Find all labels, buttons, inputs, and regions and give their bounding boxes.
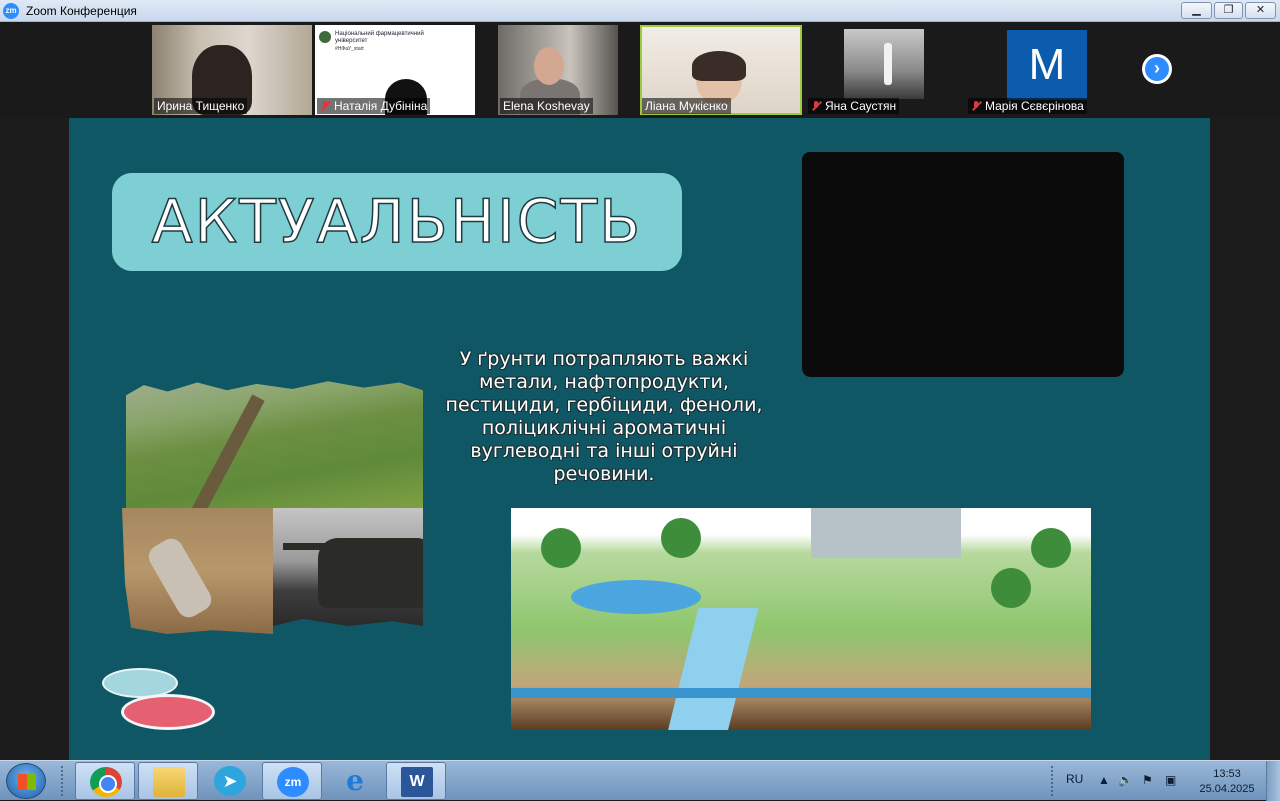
- taskbar-word-button[interactable]: W: [386, 762, 446, 800]
- destroyed-tank-photo: [273, 508, 423, 626]
- close-button[interactable]: ✕: [1245, 2, 1276, 19]
- clock[interactable]: 13:53 25.04.2025: [1196, 767, 1258, 797]
- show-hidden-icons-icon[interactable]: ▲: [1098, 773, 1110, 787]
- window-title: Zoom Конференция: [26, 4, 137, 18]
- tree-shape: [991, 568, 1031, 608]
- participant-tile[interactable]: Яна Саустян: [806, 25, 926, 115]
- language-indicator[interactable]: RU: [1066, 772, 1083, 786]
- taskbar-chrome-button[interactable]: [75, 762, 135, 800]
- window-titlebar: zm Zoom Конференция ▁ ❐ ✕: [0, 0, 1280, 22]
- action-center-flag-icon[interactable]: ⚑: [1142, 773, 1153, 787]
- muted-mic-icon: [971, 101, 981, 111]
- factory-shape: [811, 508, 961, 558]
- zoom-icon: zm: [277, 767, 309, 797]
- taskbar-grip: [60, 765, 64, 797]
- slide-body-text: У ґрунти потрапляють важкі метали, нафто…: [445, 348, 763, 485]
- folder-icon: [153, 767, 185, 797]
- university-logo-icon: [319, 31, 331, 43]
- participant-name-text: Наталія Дубініна: [334, 99, 428, 113]
- telegram-icon: ➤: [214, 766, 246, 796]
- tree-shape: [661, 518, 701, 558]
- craters-field-photo: [126, 381, 423, 508]
- maximize-button[interactable]: ❐: [1214, 2, 1243, 19]
- monitor-stand: [802, 152, 1124, 377]
- participant-hair: [692, 51, 746, 81]
- taskbar: ➤ zm e W RU ▲ 🔈 ⚑ ▣ 13:53 25.04.2025: [0, 760, 1280, 801]
- participant-face: [534, 47, 564, 85]
- road-shape: [191, 394, 265, 508]
- zoom-logo-icon: zm: [3, 3, 19, 19]
- university-hashtag: #НФаУ_start: [335, 46, 364, 52]
- shared-slide: АКТУАЛЬНІСТЬ У ґрунти потрапляють важкі …: [69, 118, 1210, 760]
- start-button[interactable]: [6, 763, 46, 799]
- pollution-ecosystem-illustration: [511, 508, 1091, 730]
- participant-name: Ирина Тищенко: [154, 98, 248, 114]
- river-shape: [663, 608, 759, 730]
- university-header: Національний фармацевтичний університет: [335, 31, 424, 44]
- participant-name: Марія Сєвєрінова: [968, 98, 1087, 114]
- chrome-icon: [90, 767, 122, 797]
- participant-name-text: Яна Саустян: [825, 99, 897, 113]
- taskbar-ie-button[interactable]: e: [325, 762, 385, 800]
- muted-mic-icon: [320, 101, 330, 111]
- show-desktop-button[interactable]: [1266, 761, 1280, 801]
- next-participants-button[interactable]: ›: [1142, 54, 1172, 84]
- participant-name: Яна Саустян: [808, 98, 900, 114]
- participant-avatar: M: [1007, 30, 1087, 100]
- participant-tile[interactable]: M Марія Сєвєрінова: [966, 25, 1128, 115]
- participant-name: Elena Koshevay: [500, 98, 593, 114]
- participant-tile[interactable]: Національний фармацевтичний університет …: [315, 25, 475, 115]
- lake-shape: [571, 580, 701, 614]
- tree-shape: [1031, 528, 1071, 568]
- clock-time: 13:53: [1213, 768, 1241, 780]
- participant-name-text: Ліана Мукієнко: [645, 99, 728, 113]
- chevron-right-icon: ›: [1145, 57, 1169, 81]
- tray-grip: [1050, 765, 1054, 797]
- slide-title-pill: АКТУАЛЬНІСТЬ: [112, 173, 682, 271]
- clock-date: 25.04.2025: [1199, 783, 1255, 795]
- network-icon[interactable]: ▣: [1165, 773, 1176, 787]
- tree-shape: [541, 528, 581, 568]
- windows-logo-icon: [18, 774, 36, 790]
- participant-name: Наталія Дубініна: [317, 98, 431, 114]
- participant-tile[interactable]: Elena Koshevay: [498, 25, 618, 115]
- petri-dish-icon: [121, 694, 215, 730]
- groundwater-shape: [511, 688, 1091, 698]
- participant-figure: [884, 43, 892, 85]
- muted-mic-icon: [811, 101, 821, 111]
- shell-in-soil-photo: [122, 508, 273, 634]
- word-icon: W: [401, 767, 433, 797]
- participant-name-text: Ирина Тищенко: [157, 99, 245, 113]
- participant-strip: Ирина Тищенко Національний фармацевтични…: [0, 22, 1280, 118]
- participant-tile-active-speaker[interactable]: Ліана Мукієнко: [640, 25, 802, 115]
- participant-name-text: Elena Koshevay: [503, 99, 590, 113]
- participant-name: Ліана Мукієнко: [642, 98, 731, 114]
- internet-explorer-icon: e: [346, 764, 364, 797]
- participant-tile[interactable]: Ирина Тищенко: [152, 25, 312, 115]
- taskbar-telegram-button[interactable]: ➤: [200, 762, 260, 800]
- taskbar-explorer-button[interactable]: [138, 762, 198, 800]
- slide-title: АКТУАЛЬНІСТЬ: [151, 186, 643, 258]
- volume-icon[interactable]: 🔈: [1118, 773, 1133, 787]
- taskbar-zoom-button[interactable]: zm: [262, 762, 322, 800]
- shell-shape: [144, 534, 216, 622]
- tank-shape: [318, 538, 423, 608]
- minimize-button[interactable]: ▁: [1181, 2, 1212, 19]
- participant-name-text: Марія Сєвєрінова: [985, 99, 1084, 113]
